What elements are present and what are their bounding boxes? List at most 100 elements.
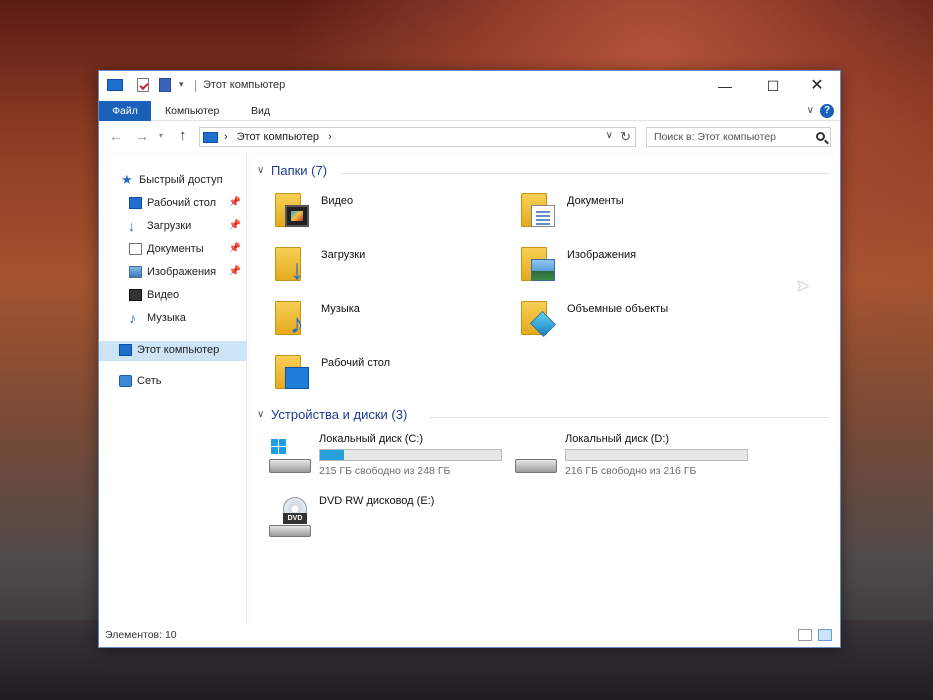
- folder-videos[interactable]: Видео: [275, 191, 515, 239]
- pin-icon[interactable]: 📌: [229, 266, 241, 277]
- video-icon: [129, 289, 142, 301]
- dvd-badge: DVD: [283, 513, 307, 524]
- drive-free-space: 216 ГБ свободно из 216 ГБ: [565, 465, 697, 477]
- folder-label: Изображения: [567, 249, 637, 261]
- pin-icon[interactable]: 📌: [229, 220, 241, 231]
- windows-drive-icon: [269, 439, 311, 473]
- large-icons-view-icon[interactable]: [818, 629, 832, 641]
- search-placeholder: Поиск в: Этот компьютер: [654, 131, 776, 143]
- group-divider: [341, 173, 829, 174]
- forward-arrow-icon[interactable]: →: [135, 128, 149, 144]
- computer-icon: [107, 79, 123, 91]
- search-input[interactable]: Поиск в: Этот компьютер: [646, 127, 831, 147]
- address-path[interactable]: › Этот компьютер ›: [224, 131, 332, 143]
- sidebar-item-music[interactable]: ♪ Музыка: [99, 309, 247, 329]
- properties-icon[interactable]: [137, 78, 149, 92]
- computer-icon: [203, 132, 218, 143]
- pin-icon[interactable]: 📌: [229, 243, 241, 254]
- quick-access-dropdown-icon[interactable]: ▾: [179, 79, 189, 95]
- folder-music[interactable]: ♪ Музыка: [275, 299, 515, 347]
- sidebar-item-label: Рабочий стол: [147, 197, 217, 209]
- sidebar-item-label: Этот компьютер: [137, 344, 220, 356]
- folder-label: Музыка: [321, 303, 360, 315]
- refresh-icon[interactable]: ↻: [620, 129, 631, 145]
- folder-documents[interactable]: Документы: [521, 191, 761, 239]
- address-bar[interactable]: › Этот компьютер › ∨ ↻: [199, 127, 636, 147]
- music-folder-icon: ♪: [275, 299, 311, 338]
- sidebar-item-desktop[interactable]: Рабочий стол 📌: [99, 194, 247, 214]
- back-arrow-icon[interactable]: ←: [109, 128, 123, 144]
- folder-desktop[interactable]: Рабочий стол: [275, 353, 515, 401]
- folder-pictures[interactable]: Изображения: [521, 245, 761, 293]
- drive-e-dvd[interactable]: DVD DVD RW дисковод (E:): [269, 495, 509, 545]
- pictures-icon: [129, 266, 142, 278]
- sidebar-item-label: Документы: [147, 243, 204, 255]
- up-arrow-icon[interactable]: ↑: [179, 127, 187, 144]
- pictures-folder-icon: [521, 245, 557, 283]
- file-explorer-window: ▾ Этот компьютер — ☐ ✕ Файл Компьютер Ви…: [98, 70, 841, 648]
- help-icon[interactable]: ?: [820, 104, 834, 118]
- breadcrumb-separator[interactable]: ›: [328, 131, 332, 143]
- folder-label: Загрузки: [321, 249, 366, 261]
- document-icon: [129, 243, 142, 255]
- star-icon: ★: [121, 172, 133, 187]
- mouse-cursor-icon: ➤: [796, 278, 810, 295]
- sidebar-item-label: Музыка: [147, 312, 186, 324]
- folder-downloads[interactable]: ↓ Загрузки: [275, 245, 515, 293]
- download-icon: ↓: [128, 218, 135, 234]
- sidebar-item-label: Изображения: [147, 266, 217, 278]
- downloads-folder-icon: ↓: [275, 245, 311, 284]
- 3d-objects-folder-icon: [521, 299, 557, 338]
- tab-computer[interactable]: Компьютер: [153, 101, 231, 121]
- folder-label: Рабочий стол: [321, 357, 391, 369]
- sidebar-item-quick-access[interactable]: ★ Быстрый доступ: [99, 171, 247, 191]
- details-view-icon[interactable]: [798, 629, 812, 641]
- drive-label: Локальный диск (D:): [565, 433, 670, 445]
- pin-icon[interactable]: 📌: [229, 197, 241, 208]
- search-icon[interactable]: [816, 132, 825, 141]
- sidebar-item-videos[interactable]: Видео: [99, 286, 247, 306]
- folder-label: Объемные объекты: [567, 303, 669, 315]
- recent-locations-dropdown-icon[interactable]: ▾: [159, 131, 163, 140]
- dvd-drive-icon: DVD: [269, 497, 311, 537]
- video-folder-icon: [275, 191, 311, 229]
- network-icon: [119, 375, 132, 387]
- sidebar-item-label: Загрузки: [147, 220, 192, 232]
- drive-label: DVD RW дисковод (E:): [319, 495, 435, 507]
- tab-file[interactable]: Файл: [99, 101, 151, 121]
- drive-label: Локальный диск (C:): [319, 433, 424, 445]
- group-title: Папки (7): [271, 163, 328, 178]
- address-dropdown-icon[interactable]: ∨: [606, 130, 613, 141]
- folder-label: Документы: [567, 195, 624, 207]
- drive-free-space: 215 ГБ свободно из 248 ГБ: [319, 465, 451, 477]
- breadcrumb-this-pc[interactable]: Этот компьютер: [237, 131, 319, 143]
- chevron-down-icon[interactable]: ∨: [257, 409, 264, 420]
- desktop-icon: [129, 197, 142, 209]
- sidebar-item-this-pc[interactable]: Этот компьютер: [99, 341, 247, 361]
- sidebar-item-documents[interactable]: Документы 📌: [99, 240, 247, 260]
- sidebar-item-network[interactable]: Сеть: [99, 372, 247, 392]
- folder-3d-objects[interactable]: Объемные объекты: [521, 299, 761, 347]
- status-bar: Элементов: 10: [99, 623, 840, 647]
- documents-folder-icon: [521, 191, 557, 229]
- drive-d[interactable]: Локальный диск (D:) 216 ГБ свободно из 2…: [515, 433, 755, 483]
- navigation-bar: ← → ▾ ↑ › Этот компьютер › ∨ ↻ Поиск в: …: [99, 122, 840, 152]
- hard-drive-icon: [515, 439, 557, 473]
- content-pane: ∨ Папки (7) Видео Документы ↓ Загрузки И…: [249, 153, 839, 623]
- drive-usage-bar: [565, 449, 748, 461]
- title-bar: ▾ Этот компьютер — ☐ ✕: [99, 71, 840, 101]
- new-folder-icon[interactable]: [159, 78, 171, 92]
- ribbon-tabs: Файл Компьютер Вид ∨ ?: [99, 101, 840, 121]
- breadcrumb-separator[interactable]: ›: [224, 131, 228, 143]
- tab-view[interactable]: Вид: [239, 101, 282, 121]
- expand-ribbon-icon[interactable]: ∨: [807, 105, 814, 116]
- maximize-button[interactable]: ☐: [752, 71, 794, 101]
- sidebar-item-downloads[interactable]: ↓ Загрузки 📌: [99, 217, 247, 237]
- chevron-down-icon[interactable]: ∨: [257, 165, 264, 176]
- drive-c[interactable]: Локальный диск (C:) 215 ГБ свободно из 2…: [269, 433, 509, 483]
- sidebar-item-pictures[interactable]: Изображения 📌: [99, 263, 247, 283]
- close-button[interactable]: ✕: [796, 71, 838, 101]
- sidebar-item-label: Быстрый доступ: [139, 174, 223, 186]
- minimize-button[interactable]: —: [704, 71, 746, 101]
- drive-usage-fill: [320, 450, 345, 460]
